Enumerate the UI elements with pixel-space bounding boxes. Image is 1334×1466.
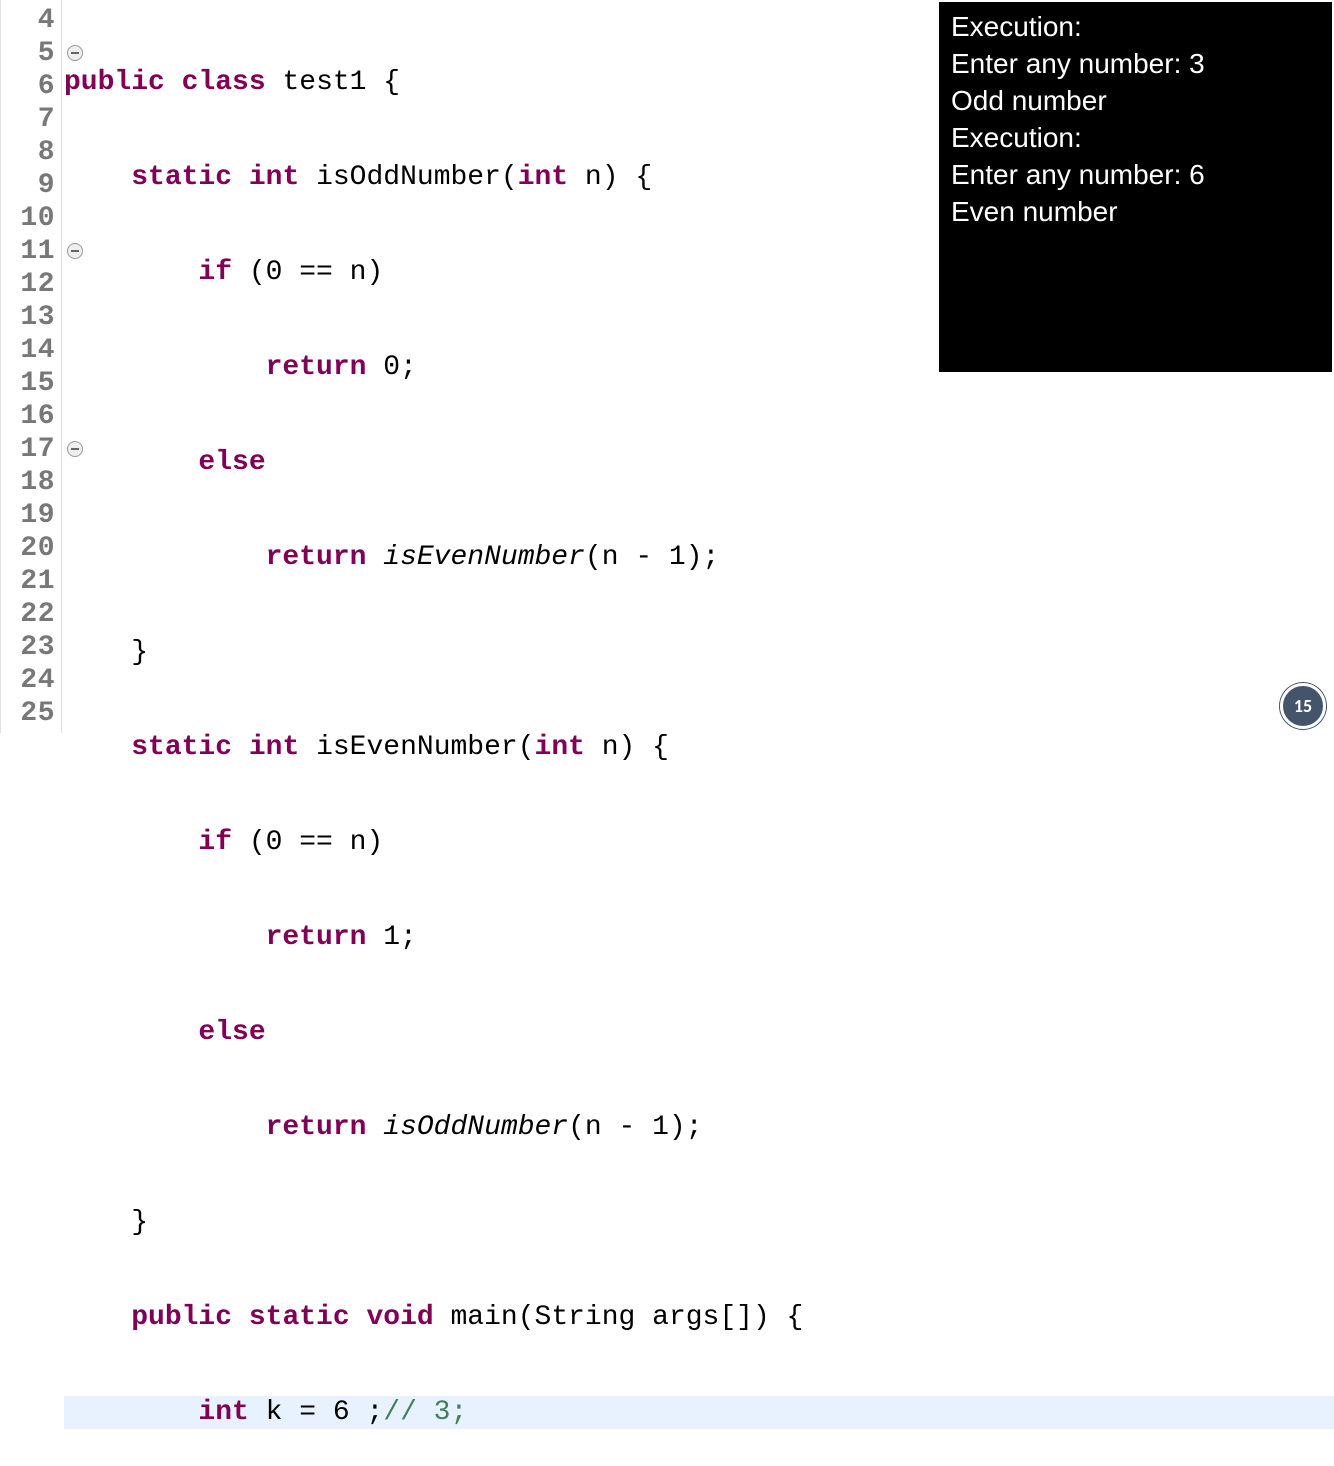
code-line: }	[64, 636, 1334, 669]
line-number: 22	[1, 598, 61, 631]
line-number: 11	[1, 235, 61, 268]
output-line: Execution:	[951, 119, 1320, 156]
line-number: 12	[1, 268, 61, 301]
code-line: else	[64, 1016, 1334, 1049]
line-number: 19	[1, 499, 61, 532]
output-line: Odd number	[951, 82, 1320, 119]
output-line: Even number	[951, 193, 1320, 230]
line-number: 7	[1, 103, 61, 136]
line-number: 5	[1, 37, 61, 70]
line-number: 8	[1, 136, 61, 169]
page-number-badge: 15	[1280, 683, 1326, 729]
code-line: else	[64, 446, 1334, 479]
code-line: public static void main(String args[]) {	[64, 1301, 1334, 1334]
line-number: 4	[1, 4, 61, 37]
line-number: 14	[1, 334, 61, 367]
code-line: return isEvenNumber(n - 1);	[64, 541, 1334, 574]
line-number: 9	[1, 169, 61, 202]
line-number: 20	[1, 532, 61, 565]
output-line: Enter any number: 6	[951, 156, 1320, 193]
line-number: 23	[1, 631, 61, 664]
code-line: }	[64, 1206, 1334, 1239]
line-number: 6	[1, 70, 61, 103]
line-number: 25	[1, 697, 61, 730]
line-number: 15	[1, 367, 61, 400]
line-number: 18	[1, 466, 61, 499]
code-line-highlighted: int k = 6 ;// 3;	[64, 1396, 1334, 1429]
line-number: 17	[1, 433, 61, 466]
code-line: static int isEvenNumber(int n) {	[64, 731, 1334, 764]
code-line: return isOddNumber(n - 1);	[64, 1111, 1334, 1144]
line-number-gutter: 4 5 6 7 8 9 10 11 12 13 14 15 16 17 18 1…	[0, 0, 62, 733]
output-line: Enter any number: 3	[951, 45, 1320, 82]
code-line: return 1;	[64, 921, 1334, 954]
line-number: 21	[1, 565, 61, 598]
line-number: 16	[1, 400, 61, 433]
code-line: if (0 == n)	[64, 826, 1334, 859]
line-number: 13	[1, 301, 61, 334]
line-number: 24	[1, 664, 61, 697]
output-line: Execution:	[951, 8, 1320, 45]
execution-output-box: Execution: Enter any number: 3 Odd numbe…	[939, 2, 1332, 372]
line-number: 10	[1, 202, 61, 235]
